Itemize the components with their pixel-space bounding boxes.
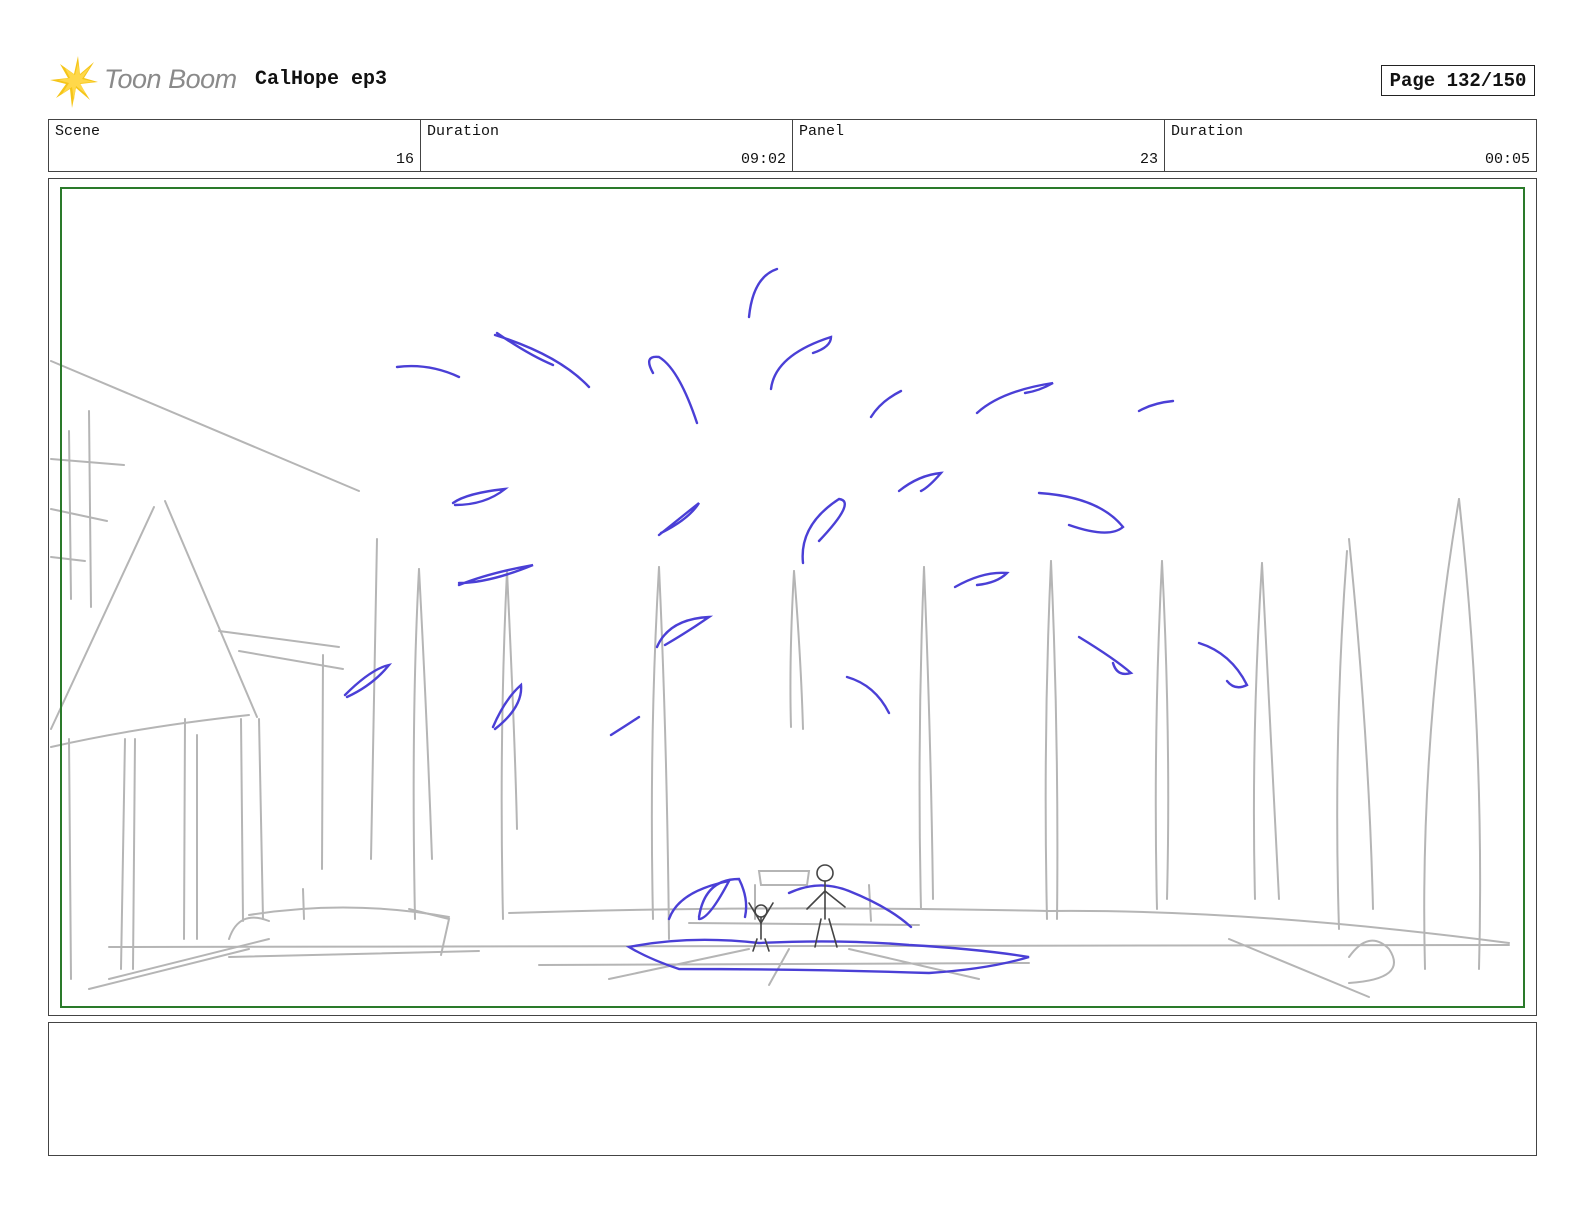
scene-label: Scene	[55, 123, 101, 140]
scene-duration-cell: Duration 09:02	[421, 120, 793, 171]
scene-cell: Scene 16	[49, 120, 421, 171]
toon-boom-logo: Toon Boom	[50, 54, 240, 110]
panel-duration-label: Duration	[1171, 123, 1244, 140]
panel-duration-cell: Duration 00:05	[1165, 120, 1536, 171]
storyboard-panel	[48, 178, 1537, 1016]
scene-duration-value: 09:02	[740, 151, 786, 168]
project-title: CalHope ep3	[255, 68, 388, 91]
background-sketch	[50, 360, 1510, 998]
logo-wordmark: Toon Boom	[104, 64, 237, 94]
scene-duration-label: Duration	[427, 123, 500, 140]
starburst-icon	[50, 56, 98, 108]
scene-info-table: Scene 16 Duration 09:02 Panel 23 Duratio…	[48, 119, 1537, 172]
panel-sketch	[50, 267, 1510, 998]
panel-label: Panel	[799, 123, 845, 140]
panel-value: 23	[1139, 151, 1158, 168]
panel-notes-box[interactable]	[48, 1022, 1537, 1156]
scene-value: 16	[395, 151, 414, 168]
panel-cell: Panel 23	[793, 120, 1165, 171]
water-splash-sketch	[343, 267, 1249, 975]
page-indicator: Page 132/150	[1381, 65, 1535, 96]
panel-duration-value: 00:05	[1484, 151, 1530, 168]
